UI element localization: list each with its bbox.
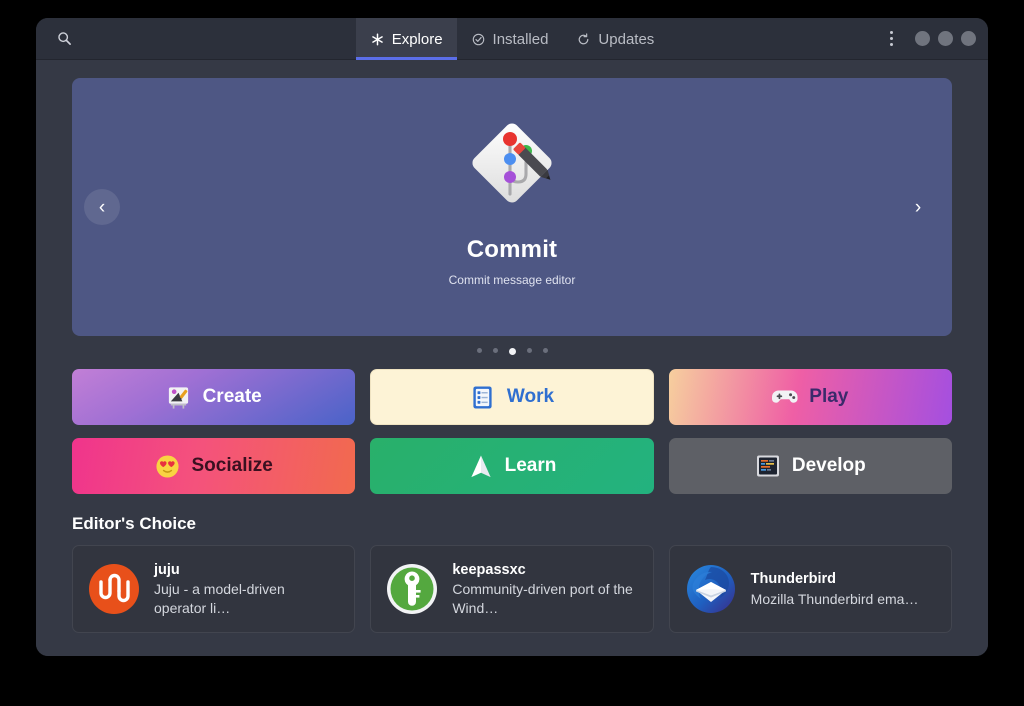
- window-controls: [911, 31, 976, 46]
- app-info-keepassxc: keepassxc Community-driven port of the W…: [452, 561, 638, 618]
- category-button-develop[interactable]: Develop: [669, 438, 952, 494]
- carousel-dot[interactable]: [477, 348, 482, 353]
- tab-updates[interactable]: Updates: [562, 18, 668, 60]
- tab-installed-label: Installed: [493, 32, 549, 47]
- keepassxc-key-icon: [385, 562, 439, 616]
- heart-eyes-icon: [155, 453, 181, 479]
- chevron-right-icon: ›: [915, 198, 921, 217]
- carousel-dot[interactable]: [493, 348, 498, 353]
- category-button-socialize[interactable]: Socialize: [72, 438, 355, 494]
- app-card-thunderbird[interactable]: Thunderbird Mozilla Thunderbird ema…: [669, 545, 952, 633]
- featured-banner[interactable]: ‹: [72, 78, 952, 336]
- thunderbird-icon: [684, 562, 738, 616]
- commit-app-icon: [460, 110, 564, 214]
- editors-choice-title: Editor's Choice: [72, 514, 952, 534]
- app-name: juju: [154, 561, 340, 581]
- category-label-develop: Develop: [792, 455, 866, 477]
- gamepad-icon: [772, 384, 798, 410]
- category-label-work: Work: [507, 386, 554, 408]
- app-description: Mozilla Thunderbird ema…: [751, 590, 919, 608]
- app-name: keepassxc: [452, 561, 638, 581]
- category-button-play[interactable]: Play: [669, 369, 952, 425]
- featured-app-subtitle: Commit message editor: [449, 273, 576, 287]
- maximize-button[interactable]: [938, 31, 953, 46]
- content-area: ‹: [36, 60, 988, 656]
- carousel-dot[interactable]: [527, 348, 532, 353]
- app-card-keepassxc[interactable]: keepassxc Community-driven port of the W…: [370, 545, 653, 633]
- app-info-thunderbird: Thunderbird Mozilla Thunderbird ema…: [751, 570, 919, 608]
- paper-plane-icon: [468, 453, 494, 479]
- category-button-learn[interactable]: Learn: [370, 438, 653, 494]
- app-window: Explore Installed Upda: [36, 18, 988, 656]
- app-info-juju: juju Juju - a model-driven operator li…: [154, 561, 340, 618]
- category-grid: Create: [72, 369, 952, 494]
- juju-icon: [87, 562, 141, 616]
- header-bar: Explore Installed Upda: [36, 18, 988, 60]
- category-label-play: Play: [809, 386, 848, 408]
- document-icon: [470, 384, 496, 410]
- app-card-juju[interactable]: juju Juju - a model-driven operator li…: [72, 545, 355, 633]
- tab-updates-label: Updates: [598, 32, 654, 47]
- minimize-button[interactable]: [915, 31, 930, 46]
- app-description: Community-driven port of the Wind…: [452, 580, 638, 617]
- chevron-left-icon: ‹: [99, 198, 105, 217]
- asterisk-icon: [370, 32, 385, 47]
- check-circle-icon: [471, 32, 486, 47]
- tab-explore-label: Explore: [392, 32, 443, 47]
- category-button-create[interactable]: Create: [72, 369, 355, 425]
- carousel-dot-active[interactable]: [509, 348, 516, 355]
- search-icon: [57, 31, 72, 46]
- app-description: Juju - a model-driven operator li…: [154, 580, 340, 617]
- terminal-icon: [755, 453, 781, 479]
- tab-explore[interactable]: Explore: [356, 18, 457, 60]
- tab-installed[interactable]: Installed: [457, 18, 563, 60]
- category-button-work[interactable]: Work: [370, 369, 653, 425]
- category-label-create: Create: [203, 386, 262, 408]
- editors-choice-list: juju Juju - a model-driven operator li…: [72, 545, 952, 633]
- carousel-indicator: [72, 348, 952, 355]
- category-label-socialize: Socialize: [192, 455, 273, 477]
- featured-app-title: Commit: [467, 236, 558, 264]
- paint-easel-icon: [166, 384, 192, 410]
- carousel-dot[interactable]: [543, 348, 548, 353]
- close-button[interactable]: [961, 31, 976, 46]
- category-label-learn: Learn: [505, 455, 557, 477]
- kebab-menu-icon[interactable]: [881, 26, 901, 52]
- search-button[interactable]: [50, 25, 78, 53]
- refresh-circle-icon: [576, 32, 591, 47]
- header-right-controls: [881, 26, 976, 52]
- tab-bar: Explore Installed Upda: [36, 18, 988, 60]
- carousel-next-button[interactable]: ›: [900, 189, 936, 225]
- carousel-prev-button[interactable]: ‹: [84, 189, 120, 225]
- app-name: Thunderbird: [751, 570, 919, 590]
